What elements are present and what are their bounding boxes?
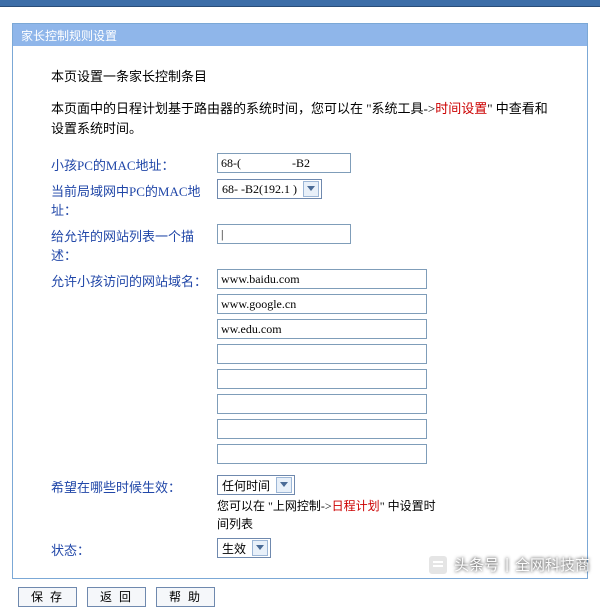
input-allow-desc[interactable] — [217, 224, 351, 244]
intro-2a: 本页面中的日程计划基于路由器的系统时间，您可以在 "系统工具-> — [51, 101, 435, 116]
input-site-1[interactable] — [217, 269, 427, 289]
chevron-down-icon — [252, 540, 268, 556]
select-status[interactable]: 生效 — [217, 538, 271, 558]
label-status: 状态： — [51, 538, 217, 559]
time-note-a: 您可以在 "上网控制-> — [217, 499, 332, 513]
site-stack — [217, 269, 557, 469]
input-site-6[interactable] — [217, 394, 427, 414]
help-button[interactable]: 帮 助 — [156, 587, 215, 607]
label-time: 希望在哪些时候生效： — [51, 475, 217, 496]
watermark-name: 全网科技商 — [515, 554, 590, 575]
input-site-3[interactable] — [217, 319, 427, 339]
select-status-text: 生效 — [222, 540, 252, 557]
link-schedule[interactable]: 日程计划 — [332, 499, 380, 513]
label-lan-mac: 当前局域网中PC的MAC地址： — [51, 179, 217, 219]
input-child-mac[interactable] — [217, 153, 351, 173]
save-button[interactable]: 保 存 — [18, 587, 77, 607]
chevron-down-icon — [276, 477, 292, 493]
input-site-2[interactable] — [217, 294, 427, 314]
window-topbar — [0, 0, 600, 7]
label-allow-desc: 给允许的网站列表一个描述： — [51, 224, 217, 264]
select-time[interactable]: 任何时间 — [217, 475, 295, 495]
input-site-5[interactable] — [217, 369, 427, 389]
select-lan-mac[interactable]: 68- -B2(192.1 ) — [217, 179, 322, 199]
watermark-src: 头条号 — [454, 554, 499, 575]
watermark: 头条号 | 全网科技商 — [428, 554, 590, 575]
panel-title-text: 家长控制规则设置 — [21, 27, 117, 44]
watermark-divider: | — [505, 556, 509, 573]
panel-title: 家长控制规则设置 — [13, 24, 587, 46]
intro-line-2: 本页面中的日程计划基于路由器的系统时间，您可以在 "系统工具->时间设置" 中查… — [51, 99, 557, 139]
select-time-text: 任何时间 — [222, 477, 276, 494]
input-site-7[interactable] — [217, 419, 427, 439]
chevron-down-icon — [303, 181, 319, 197]
input-site-4[interactable] — [217, 344, 427, 364]
panel-body: 本页设置一条家长控制条目 本页面中的日程计划基于路由器的系统时间，您可以在 "系… — [13, 46, 587, 578]
intro-line-1: 本页设置一条家长控制条目 — [51, 66, 557, 85]
link-time-settings[interactable]: 时间设置 — [435, 101, 487, 116]
button-row: 保 存 返 回 帮 助 — [18, 587, 600, 607]
toutiao-logo-icon — [428, 555, 448, 575]
input-site-8[interactable] — [217, 444, 427, 464]
label-allow-sites: 允许小孩访问的网站域名： — [51, 269, 217, 290]
settings-panel: 家长控制规则设置 本页设置一条家长控制条目 本页面中的日程计划基于路由器的系统时… — [12, 23, 588, 579]
back-button[interactable]: 返 回 — [87, 587, 146, 607]
time-note: 您可以在 "上网控制->日程计划" 中设置时间列表 — [217, 497, 447, 533]
select-lan-mac-text: 68- -B2(192.1 ) — [222, 182, 303, 197]
label-child-mac: 小孩PC的MAC地址： — [51, 153, 217, 174]
